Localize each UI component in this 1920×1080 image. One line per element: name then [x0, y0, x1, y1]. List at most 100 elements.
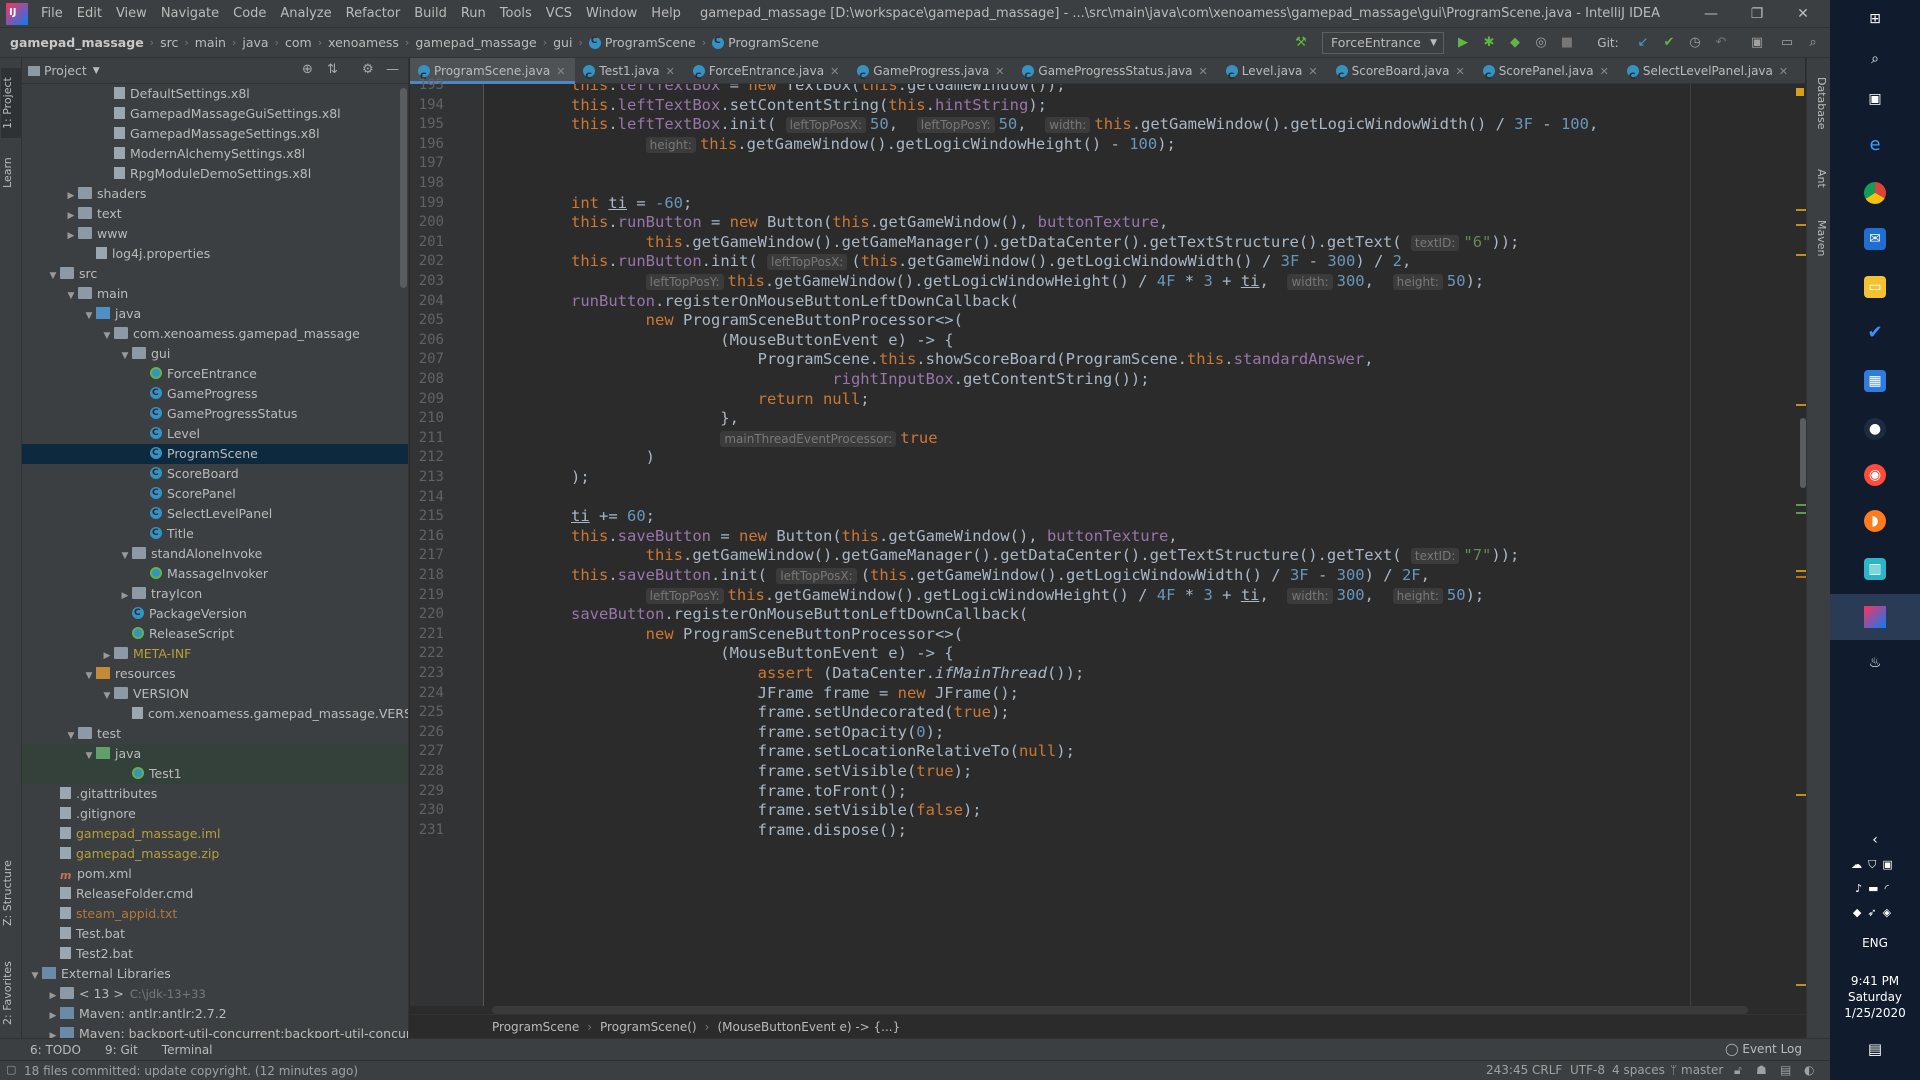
- chevron-down-icon[interactable]: ▼: [100, 686, 114, 706]
- terminal-tab[interactable]: Terminal: [162, 1043, 213, 1057]
- close-tab-icon[interactable]: ✕: [1199, 65, 1208, 78]
- chevron-right-icon[interactable]: ▶: [118, 586, 132, 606]
- code-line[interactable]: assert (DataCenter.ifMainThread());: [571, 664, 1084, 684]
- store-icon[interactable]: ▦: [1864, 370, 1886, 392]
- menu-item[interactable]: Run: [454, 6, 493, 21]
- code-line[interactable]: runButton.registerOnMouseButtonLeftDownC…: [571, 292, 1019, 312]
- tree-item[interactable]: ▶trayIcon: [22, 584, 409, 604]
- tree-item[interactable]: ▼java: [22, 304, 409, 324]
- tree-item[interactable]: .gitattributes: [22, 784, 409, 804]
- tab-ant[interactable]: Ant: [1808, 158, 1828, 198]
- edge-icon[interactable]: e: [1864, 134, 1886, 156]
- close-tab-icon[interactable]: ✕: [1600, 65, 1609, 78]
- tree-item[interactable]: ▶< 13 >C:\jdk-13+33: [22, 984, 409, 1004]
- tree-item[interactable]: ▶Maven: antlr:antlr:2.7.2: [22, 1004, 409, 1024]
- tree-item[interactable]: mpom.xml: [22, 864, 409, 884]
- close-tab-icon[interactable]: ✕: [830, 65, 839, 78]
- git-update-icon[interactable]: ↙: [1634, 34, 1652, 52]
- tree-item[interactable]: ModernAlchemySettings.x8l: [22, 144, 409, 164]
- warning-indicator-icon[interactable]: [1796, 88, 1804, 96]
- code-line[interactable]: this.leftTextBox = new TextBox(this.getG…: [571, 84, 1066, 96]
- menu-item[interactable]: Navigate: [154, 6, 226, 21]
- close-tab-icon[interactable]: ✕: [995, 65, 1004, 78]
- search-icon[interactable]: ⌕: [1804, 34, 1822, 52]
- memory-icon[interactable]: ▤: [1780, 1063, 1791, 1077]
- tree-item[interactable]: ReleaseFolder.cmd: [22, 884, 409, 904]
- code-line[interactable]: ProgramScene.this.showScoreBoard(Program…: [571, 350, 1374, 370]
- code-line[interactable]: this.saveButton = new Button(this.getGam…: [571, 527, 1178, 547]
- tree-item[interactable]: GamepadMassageGuiSettings.x8l: [22, 104, 409, 124]
- tree-item[interactable]: ▼main: [22, 284, 409, 304]
- tree-item[interactable]: Test.bat: [22, 924, 409, 944]
- tree-item[interactable]: PackageVersion: [22, 604, 409, 624]
- code-line[interactable]: this.getGameWindow().getGameManager().ge…: [571, 233, 1519, 253]
- file-encoding[interactable]: UTF-8: [1570, 1063, 1605, 1077]
- tree-item[interactable]: Level: [22, 424, 409, 444]
- windows-start-icon[interactable]: ⊞: [1864, 8, 1886, 30]
- tree-item[interactable]: com.xenoamess.gamepad_massage.VERSION: [22, 704, 409, 724]
- chevron-down-icon[interactable]: ▼: [64, 726, 78, 746]
- code-line[interactable]: rightInputBox.getContentString());: [571, 370, 1150, 390]
- git-branch[interactable]: ᛘ master: [1670, 1063, 1723, 1077]
- run-icon[interactable]: ▶: [1454, 34, 1472, 52]
- clock-time[interactable]: 9:41 PM: [1830, 974, 1920, 988]
- code-line[interactable]: mainThreadEventProcessor:true: [571, 429, 938, 449]
- tree-item[interactable]: ▼External Libraries: [22, 964, 409, 984]
- menu-item[interactable]: File: [34, 6, 70, 21]
- search-icon[interactable]: ⌕: [1864, 48, 1886, 70]
- chevron-up-icon[interactable]: ‹: [1830, 832, 1920, 848]
- code-line[interactable]: this.saveButton.init( leftTopPosX:(this.…: [571, 566, 1430, 586]
- tab-structure[interactable]: Z: Structure: [1, 848, 21, 938]
- tree-item[interactable]: ProgramScene: [22, 444, 409, 464]
- git-commit-icon[interactable]: ✔: [1660, 34, 1678, 52]
- status-message[interactable]: 18 files committed: update copyright. (1…: [24, 1064, 358, 1078]
- menu-item[interactable]: Help: [644, 6, 688, 21]
- code-line[interactable]: leftTopPosY:this.getGameWindow().getLogi…: [571, 586, 1484, 606]
- coverage-icon[interactable]: ◆: [1506, 34, 1524, 52]
- restore-button[interactable]: ❐: [1734, 0, 1780, 28]
- editor-tab[interactable]: GameProgressStatus.java✕: [1014, 58, 1217, 84]
- tree-item[interactable]: GameProgress: [22, 384, 409, 404]
- app-red-icon[interactable]: ◉: [1864, 464, 1886, 486]
- code-line[interactable]: this.getGameWindow().getGameManager().ge…: [571, 546, 1519, 566]
- tray-icons-row3[interactable]: ◆➶◈: [1830, 906, 1920, 919]
- editor-tab[interactable]: ScoreBoard.java✕: [1328, 58, 1475, 84]
- history-icon[interactable]: ◷: [1686, 34, 1704, 52]
- code-line[interactable]: frame.dispose();: [571, 821, 907, 841]
- debug-icon[interactable]: ✱: [1480, 34, 1498, 52]
- indent-setting[interactable]: 4 spaces: [1612, 1063, 1665, 1077]
- gear-icon[interactable]: ⚙: [362, 62, 374, 77]
- chevron-down-icon[interactable]: ▼: [28, 966, 42, 986]
- action-center-icon[interactable]: ▤: [1830, 1040, 1920, 1058]
- code-line[interactable]: );: [571, 468, 590, 488]
- breadcrumb-item[interactable]: xenoamess: [325, 35, 402, 50]
- app-cyan-icon[interactable]: ▥: [1864, 558, 1886, 580]
- code-line[interactable]: ): [571, 448, 655, 468]
- chevron-right-icon[interactable]: ▶: [46, 986, 60, 1006]
- tree-item[interactable]: steam_appid.txt: [22, 904, 409, 924]
- breadcrumb-item[interactable]: java: [239, 35, 271, 50]
- tray-icons[interactable]: ☁⛉▣: [1830, 858, 1920, 872]
- intellij-taskbar-icon[interactable]: [1830, 594, 1920, 640]
- breadcrumb-item[interactable]: gamepad_massage: [412, 35, 539, 50]
- tree-item[interactable]: Title: [22, 524, 409, 544]
- code-line[interactable]: frame.setLocationRelativeTo(null);: [571, 742, 1075, 762]
- tree-item[interactable]: ▶shaders: [22, 184, 409, 204]
- tab-learn[interactable]: Learn: [1, 148, 21, 198]
- profile-icon[interactable]: ◎: [1532, 34, 1550, 52]
- tree-item[interactable]: ▼src: [22, 264, 409, 284]
- tree-item[interactable]: ▼standAloneInvoke: [22, 544, 409, 564]
- todo-tab[interactable]: 6: TODO: [30, 1043, 81, 1057]
- close-tab-icon[interactable]: ✕: [666, 65, 675, 78]
- rollback-icon[interactable]: ↶: [1712, 34, 1730, 52]
- clock-day[interactable]: Saturday: [1830, 990, 1920, 1004]
- breadcrumb-lambda[interactable]: (MouseButtonEvent e) -> {...}: [717, 1020, 900, 1034]
- toggle-panels-icon[interactable]: ▢: [6, 1063, 16, 1076]
- tree-item[interactable]: gamepad_massage.iml: [22, 824, 409, 844]
- tree-item[interactable]: ▼com.xenoamess.gamepad_massage: [22, 324, 409, 344]
- tree-item[interactable]: log4j.properties: [22, 244, 409, 264]
- run-configuration-select[interactable]: ForceEntrance ▼: [1322, 32, 1444, 54]
- notifications-icon[interactable]: ◐: [1804, 1063, 1814, 1077]
- layout-icon[interactable]: ▭: [1778, 34, 1796, 52]
- code-line[interactable]: frame.setVisible(true);: [571, 762, 972, 782]
